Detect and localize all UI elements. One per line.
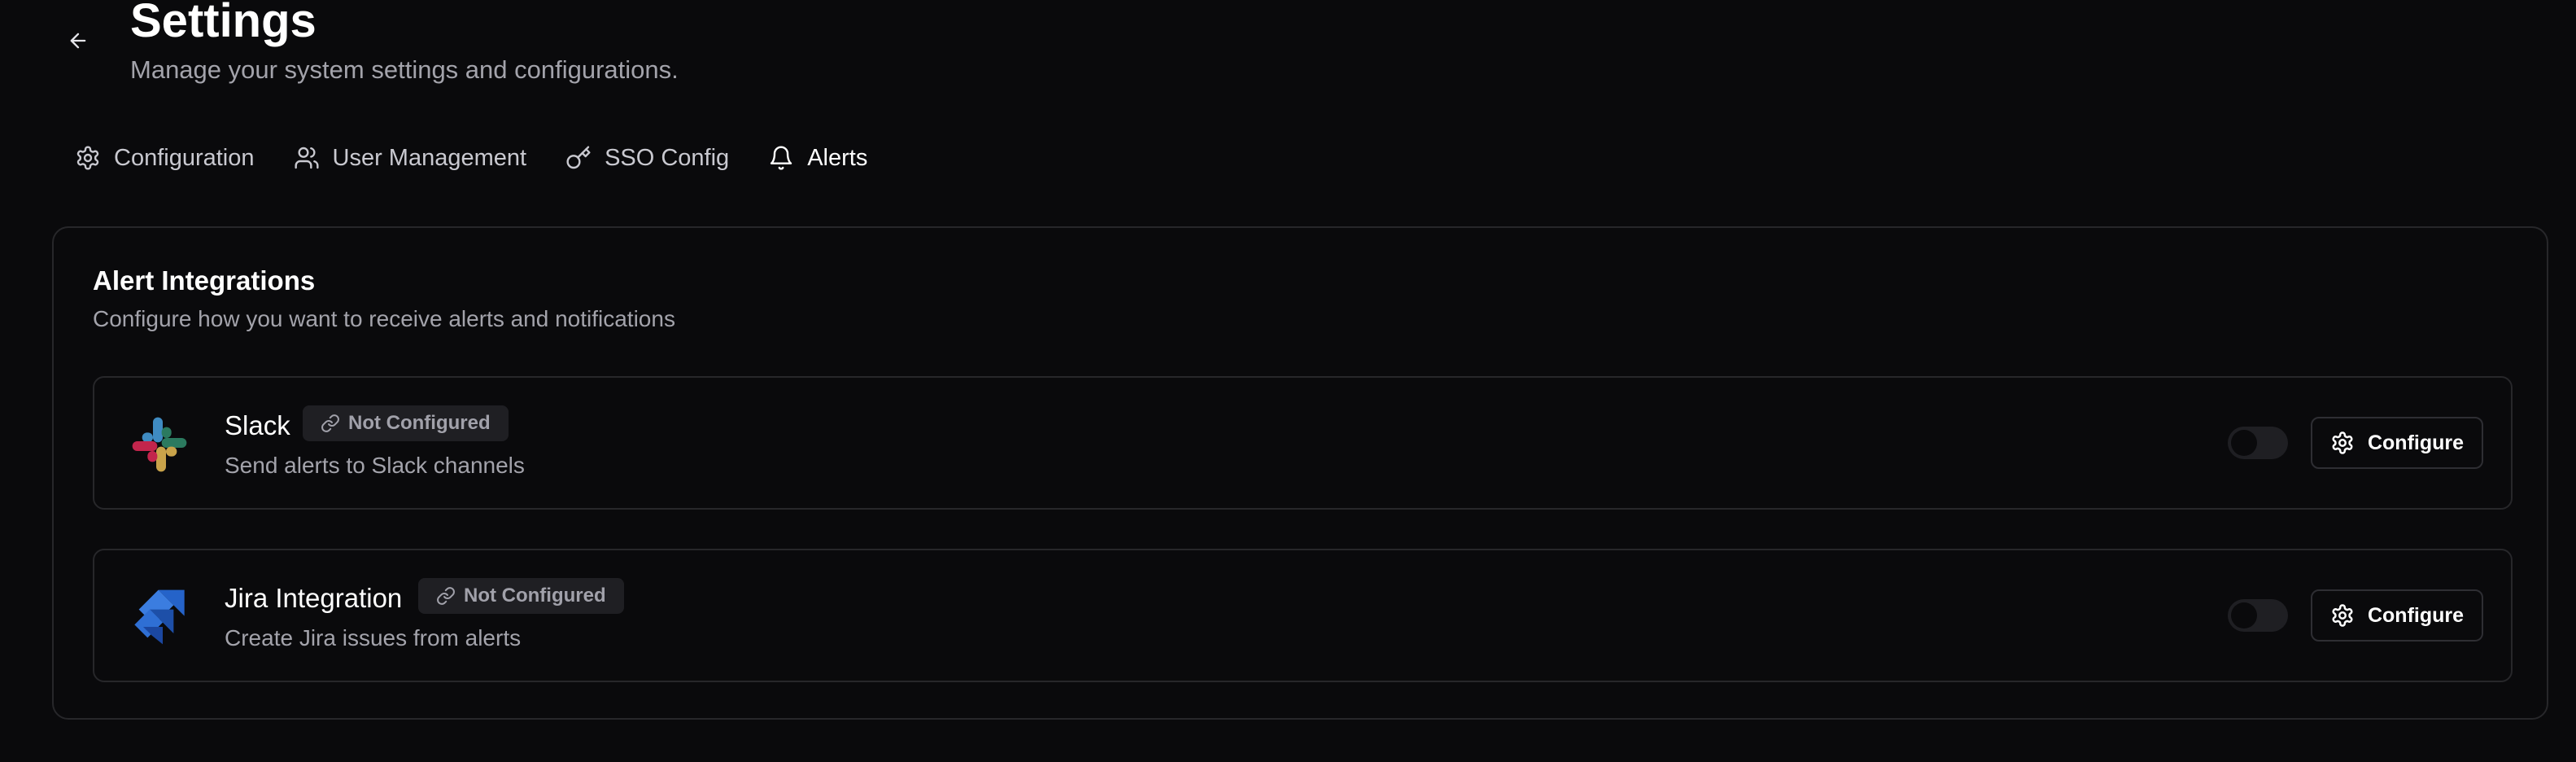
toggle-knob — [2231, 602, 2257, 628]
tab-alerts[interactable]: Alerts — [768, 145, 867, 172]
status-badge: Not Configured — [418, 578, 624, 614]
back-button[interactable] — [62, 24, 94, 57]
configure-button-label: Configure — [2367, 431, 2465, 454]
jira-configure-button[interactable]: Configure — [2311, 589, 2483, 642]
tab-sso-config[interactable]: SSO Config — [565, 145, 729, 172]
integration-description: Create Jira issues from alerts — [225, 625, 522, 650]
gear-icon — [2332, 604, 2353, 627]
link-icon — [321, 414, 339, 432]
slack-logo-icon — [132, 417, 187, 472]
gear-icon — [76, 146, 99, 170]
integration-name: Slack — [225, 410, 290, 440]
key-icon — [566, 146, 591, 169]
link-icon — [437, 587, 455, 605]
alert-integrations-card: Alert Integrations Configure how you wan… — [52, 226, 2548, 720]
status-badge-label: Not Configured — [464, 585, 606, 607]
arrow-left-icon — [70, 33, 86, 49]
integration-slack: Slack Not Configured Send alerts to Slac… — [93, 376, 2513, 510]
bell-icon — [771, 146, 792, 170]
tab-configuration[interactable]: Configuration — [75, 145, 255, 172]
page-title: Settings — [130, 0, 317, 47]
tab-label: Alerts — [807, 144, 868, 171]
tab-label: User Management — [332, 144, 527, 171]
integration-description: Send alerts to Slack channels — [225, 453, 525, 478]
card-description: Configure how you want to receive alerts… — [93, 306, 675, 331]
page-subtitle: Manage your system settings and configur… — [130, 55, 679, 84]
users-icon — [294, 147, 319, 169]
status-badge-label: Not Configured — [348, 412, 491, 434]
jira-logo-icon — [134, 589, 185, 645]
jira-enable-toggle[interactable] — [2228, 599, 2288, 632]
card-title: Alert Integrations — [93, 265, 316, 296]
tab-user-management[interactable]: User Management — [294, 144, 527, 172]
settings-tabs: Configuration User Management SSO Config… — [75, 138, 906, 177]
tab-label: SSO Config — [605, 144, 730, 171]
integration-jira: Jira Integration Not Configured Create J… — [93, 549, 2513, 682]
integration-name: Jira Integration — [225, 583, 403, 613]
configure-button-label: Configure — [2367, 603, 2465, 627]
slack-configure-button[interactable]: Configure — [2311, 417, 2483, 469]
status-badge: Not Configured — [303, 405, 509, 441]
gear-icon — [2332, 431, 2353, 454]
toggle-knob — [2231, 430, 2257, 456]
slack-enable-toggle[interactable] — [2228, 427, 2288, 459]
tab-label: Configuration — [114, 144, 255, 171]
